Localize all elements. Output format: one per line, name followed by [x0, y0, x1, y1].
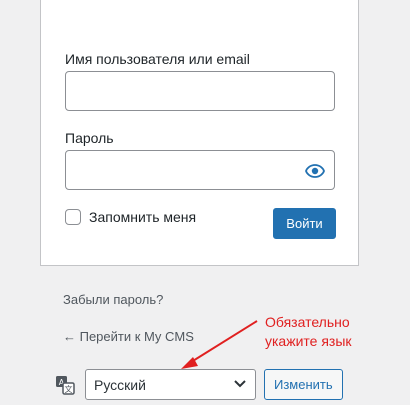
- login-button[interactable]: Войти: [273, 208, 336, 239]
- login-form: Имя пользователя или email Пароль Запомн…: [40, 0, 359, 266]
- svg-text:文: 文: [65, 384, 73, 394]
- change-language-button[interactable]: Изменить: [264, 369, 343, 400]
- lost-password-link[interactable]: Забыли пароль?: [63, 292, 163, 307]
- annotation-line-2: укажите язык: [265, 333, 352, 349]
- remember-checkbox[interactable]: [65, 209, 81, 225]
- language-select[interactable]: Русский: [85, 369, 256, 400]
- password-label: Пароль: [65, 130, 114, 146]
- back-to-site-link[interactable]: ← Перейти к My CMS: [63, 329, 194, 344]
- annotation-line-1: Обязательно: [265, 314, 350, 330]
- username-label: Имя пользователя или email: [65, 51, 250, 67]
- language-selected: Русский: [94, 376, 146, 393]
- language-switcher: A 文 Русский Изменить: [55, 369, 343, 400]
- password-input[interactable]: [65, 150, 335, 190]
- annotation-note: Обязательно укажите язык: [265, 313, 352, 351]
- remember-me[interactable]: Запомнить меня: [65, 209, 196, 225]
- translation-icon: A 文: [55, 375, 75, 395]
- eye-icon: [305, 164, 325, 178]
- username-input[interactable]: [65, 71, 335, 111]
- chevron-down-icon: [234, 380, 246, 388]
- show-password-button[interactable]: [304, 160, 326, 182]
- remember-label: Запомнить меня: [89, 209, 197, 225]
